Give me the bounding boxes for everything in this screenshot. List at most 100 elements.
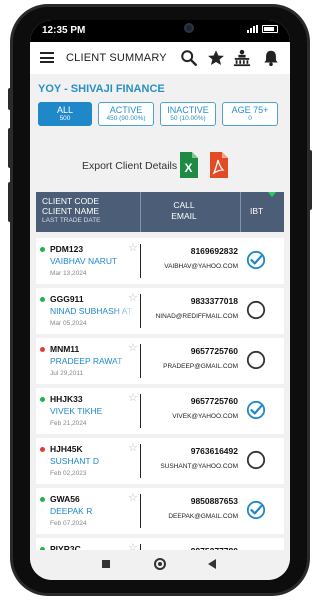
name-fade xyxy=(112,404,138,418)
row-divider xyxy=(140,244,141,278)
favorite-star-icon[interactable]: ☆ xyxy=(128,441,138,454)
name-fade xyxy=(112,504,138,518)
signal-icon xyxy=(247,25,258,33)
phone-number[interactable]: 9763616492 xyxy=(142,446,238,456)
company-name: YOY - SHIVAJI FINANCE xyxy=(38,83,165,95)
battery-icon xyxy=(262,25,278,33)
favorite-star-icon[interactable]: ☆ xyxy=(128,241,138,254)
home-button[interactable] xyxy=(154,558,166,570)
menu-icon[interactable] xyxy=(40,52,54,63)
bell-icon[interactable] xyxy=(262,49,280,67)
table-row[interactable]: PDM123 ☆ VAIBHAV NARUT Mar 13,2024 816969283… xyxy=(36,238,284,284)
favorite-star-icon[interactable]: ☆ xyxy=(128,541,138,550)
table-row[interactable]: MNM11 ☆ PRADEEP RAWAT Jul 29,2011 9657725760… xyxy=(36,338,284,384)
power-side-button xyxy=(8,182,12,222)
export-row: Export Client Details X xyxy=(30,144,290,184)
table-row[interactable]: GWA56 ☆ DEEPAK R Feb 07,2024 9850887653 DEEPA… xyxy=(36,488,284,534)
phone-number[interactable]: 9657725760 xyxy=(142,346,238,356)
last-trade-date: Mar 13,2024 xyxy=(50,270,87,277)
tab-all[interactable]: ALL 500 xyxy=(38,102,92,126)
phone-number[interactable]: 9850887653 xyxy=(142,496,238,506)
star-icon[interactable] xyxy=(207,49,225,67)
last-trade-date: Jul 29,2011 xyxy=(50,370,84,377)
status-dot xyxy=(40,497,45,502)
tab-count: 500 xyxy=(59,115,71,122)
client-code: MNM11 xyxy=(50,344,80,354)
screen: 12:35 PM CLIENT SUMMARY YOY - SHIVAJI FI… xyxy=(30,20,290,580)
volume-down-button xyxy=(8,128,12,168)
email-address[interactable]: SUSHANT@YAHOO.COM xyxy=(142,463,238,470)
status-dot xyxy=(40,447,45,452)
header-email: EMAIL xyxy=(171,211,197,221)
tab-age-75[interactable]: AGE 75+ 0 xyxy=(222,102,278,126)
last-trade-date: Feb 02,2023 xyxy=(50,470,87,477)
phone-number[interactable]: 8169692832 xyxy=(142,246,238,256)
search-icon[interactable] xyxy=(180,49,198,67)
ibt-unchecked-icon[interactable] xyxy=(246,450,266,470)
tab-count: 450 (90.00%) xyxy=(106,115,146,122)
status-dot xyxy=(40,347,45,352)
phone-number[interactable]: 9833377018 xyxy=(142,296,238,306)
row-divider xyxy=(140,344,141,378)
last-trade-date: Feb 07,2024 xyxy=(50,520,87,527)
favorite-star-icon[interactable]: ☆ xyxy=(128,391,138,404)
status-indicators xyxy=(247,25,278,33)
tab-active[interactable]: ACTIVE 450 (90.00%) xyxy=(98,102,154,126)
row-divider xyxy=(140,494,141,528)
back-button[interactable] xyxy=(208,559,216,569)
name-fade xyxy=(112,304,138,318)
row-divider xyxy=(140,394,141,428)
volume-up-button xyxy=(8,88,12,110)
status-dot xyxy=(40,397,45,402)
table-row[interactable]: GGG911 ☆ NINAD SUBHASH AT Mar 05,2024 983337… xyxy=(36,288,284,334)
header-marker xyxy=(268,192,276,197)
status-dot xyxy=(40,297,45,302)
row-divider xyxy=(140,294,141,328)
last-trade-date: Feb 21,2024 xyxy=(50,420,87,427)
client-code: GWA56 xyxy=(50,494,80,504)
user-building-icon[interactable] xyxy=(233,49,251,67)
pdf-icon[interactable] xyxy=(208,152,228,178)
tab-label: INACTIVE xyxy=(167,105,209,115)
tab-label: ACTIVE xyxy=(109,105,143,115)
favorite-star-icon[interactable]: ☆ xyxy=(128,491,138,504)
filter-tabs: ALL 500 ACTIVE 450 (90.00%) INACTIVE 50 … xyxy=(38,102,278,126)
header-last-trade-date: LAST TRADE DATE xyxy=(42,217,101,224)
phone-number[interactable]: 9657725760 xyxy=(142,396,238,406)
ibt-checked-icon[interactable] xyxy=(246,250,266,270)
table-row[interactable]: HHJK33 ☆ VIVEK TIKHE Feb 21,2024 9657725760 V… xyxy=(36,388,284,434)
email-address[interactable]: VIVEK@YAHOO.COM xyxy=(142,413,238,420)
favorite-star-icon[interactable]: ☆ xyxy=(128,341,138,354)
tab-inactive[interactable]: INACTIVE 50 (10.00%) xyxy=(160,102,216,126)
ibt-unchecked-icon[interactable] xyxy=(246,350,266,370)
table-row[interactable]: HJH45K ☆ SUSHANT D Feb 02,2023 9763616492 SUS… xyxy=(36,438,284,484)
client-code: PDM123 xyxy=(50,244,84,254)
excel-letter: X xyxy=(184,161,192,175)
header-ibt: IBT xyxy=(250,206,264,216)
status-dot xyxy=(40,247,45,252)
ibt-checked-icon[interactable] xyxy=(246,400,266,420)
tab-count: 50 (10.00%) xyxy=(170,115,206,122)
email-address[interactable]: DEEPAK@GMAIL.COM xyxy=(142,513,238,520)
header-divider xyxy=(140,192,141,232)
header-divider xyxy=(240,192,241,232)
table-row[interactable]: PIYR3C☆VEER MEHTAJun 23,20239975277780VE… xyxy=(36,538,284,550)
email-address[interactable]: VAIBHAV@YAHOO.COM xyxy=(142,263,238,270)
client-list: PDM123 ☆ VAIBHAV NARUT Mar 13,2024 816969283… xyxy=(36,238,284,550)
email-address[interactable]: PRADEEP@GMAIL.COM xyxy=(142,363,238,370)
favorite-star-icon[interactable]: ☆ xyxy=(128,291,138,304)
header-client-name: CLIENT NAME xyxy=(42,206,99,216)
camera-icon xyxy=(184,23,194,33)
excel-icon[interactable]: X xyxy=(178,152,198,178)
name-fade xyxy=(112,354,138,368)
header-contact-column: CALL EMAIL xyxy=(144,200,224,222)
main-content: YOY - SHIVAJI FINANCE ALL 500 ACTIVE 450… xyxy=(30,74,290,550)
header-client-column: CLIENT CODE CLIENT NAME LAST TRADE DATE xyxy=(42,196,101,226)
status-bar: 12:35 PM xyxy=(30,20,290,42)
ibt-checked-icon[interactable] xyxy=(246,500,266,520)
tab-label: ALL xyxy=(56,105,73,115)
email-address[interactable]: NINAD@REDIFFMAIL.COM xyxy=(142,313,238,320)
page-title: CLIENT SUMMARY xyxy=(66,52,167,64)
ibt-unchecked-icon[interactable] xyxy=(246,300,266,320)
recent-apps-button[interactable] xyxy=(102,560,110,568)
